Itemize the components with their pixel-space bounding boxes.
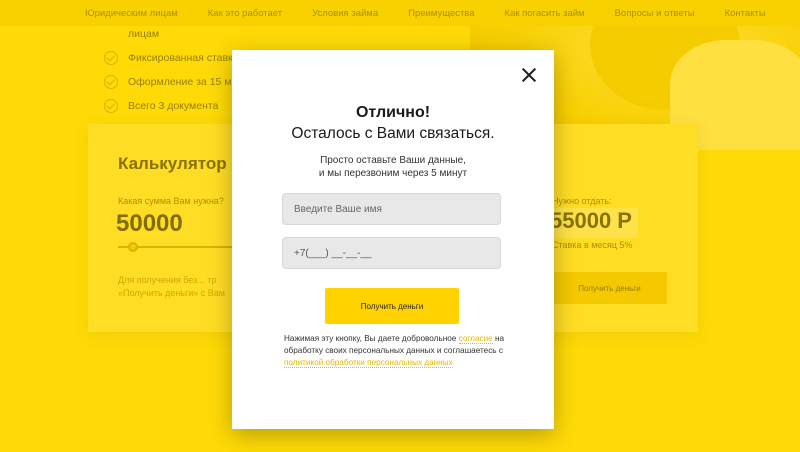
modal-title: Отлично! [355,104,431,121]
modal-description: Просто оставьте Ваши данные, и мы перезв… [232,154,554,180]
name-input[interactable] [282,193,501,225]
get-money-button[interactable]: Получить деньги [325,288,459,324]
modal-subtitle: Осталось с Вами связаться. [291,125,495,142]
callback-modal: Отлично! Осталось с Вами связаться. Прос… [232,50,554,429]
consent-text: Нажимая эту кнопку, Вы даете добровольно… [284,333,514,369]
modal-description-line: и мы перезвоним через 5 минут [318,168,468,179]
close-icon[interactable] [522,68,536,82]
consent-link[interactable]: согласие [458,334,493,344]
modal-description-line: Просто оставьте Ваши данные, [320,155,466,166]
phone-input[interactable] [282,237,501,269]
privacy-policy-link[interactable]: политикой обработки персональных данных [284,358,453,368]
consent-text-part: Нажимая эту кнопку, Вы даете добровольно… [284,334,459,343]
